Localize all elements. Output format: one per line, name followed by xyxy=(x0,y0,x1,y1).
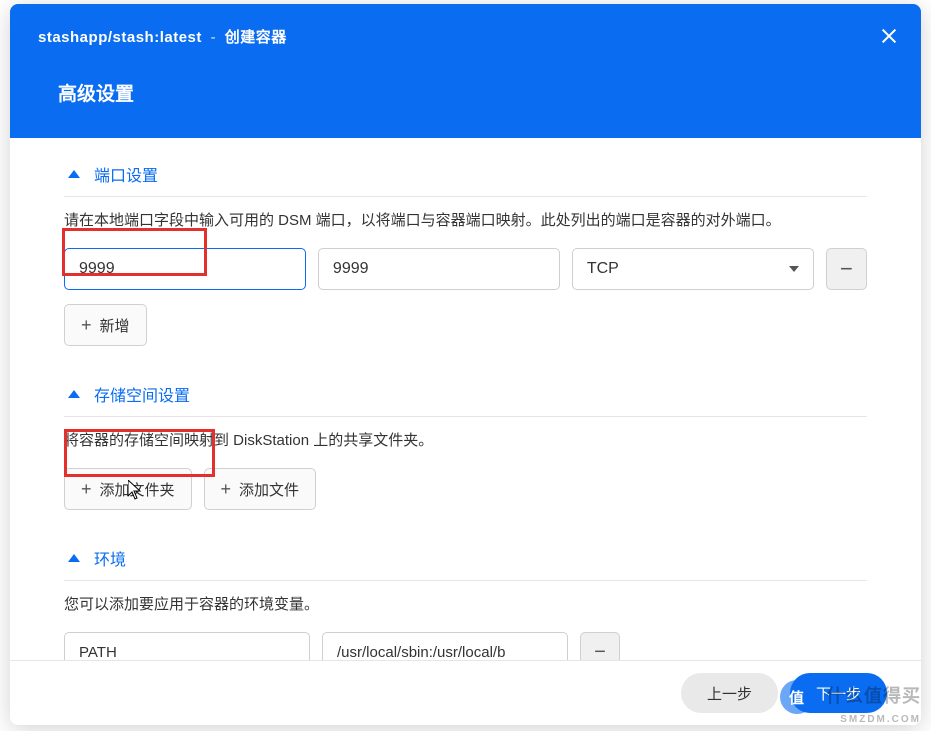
add-port-button[interactable]: + 新增 xyxy=(64,304,147,346)
protocol-select[interactable]: TCP xyxy=(572,248,814,290)
add-folder-button[interactable]: + 添加文件夹 xyxy=(64,468,192,510)
next-button[interactable]: 下一步 xyxy=(790,673,887,713)
header-title-row: stashapp/stash:latest - 创建容器 xyxy=(38,26,893,47)
section-toggle-port[interactable]: 端口设置 xyxy=(64,162,867,197)
chevron-up-icon xyxy=(68,390,80,398)
plus-icon: + xyxy=(81,480,92,498)
env-key-input[interactable] xyxy=(64,632,310,660)
section-title-storage: 存储空间设置 xyxy=(94,382,190,406)
port-desc: 请在本地端口字段中输入可用的 DSM 端口，以将端口与容器端口映射。此处列出的端… xyxy=(64,209,867,230)
title-separator: - xyxy=(211,29,217,46)
chevron-up-icon xyxy=(68,170,80,178)
section-title-port: 端口设置 xyxy=(94,162,158,186)
plus-icon: + xyxy=(221,480,232,498)
section-toggle-storage[interactable]: 存储空间设置 xyxy=(64,382,867,417)
image-name: stashapp/stash:latest xyxy=(38,29,202,46)
prev-button[interactable]: 上一步 xyxy=(681,673,778,713)
chevron-down-icon xyxy=(789,266,799,272)
section-title-env: 环境 xyxy=(94,546,126,570)
page-title: 高级设置 xyxy=(38,79,893,106)
remove-env-button[interactable]: − xyxy=(580,632,620,660)
port-row: TCP − xyxy=(64,248,867,290)
create-container-dialog: stashapp/stash:latest - 创建容器 高级设置 端口设置 请… xyxy=(10,4,921,725)
dialog-content: 端口设置 请在本地端口字段中输入可用的 DSM 端口，以将端口与容器端口映射。此… xyxy=(10,138,921,660)
add-file-label: 添加文件 xyxy=(239,479,299,500)
container-port-input[interactable] xyxy=(318,248,560,290)
add-folder-label: 添加文件夹 xyxy=(100,479,175,500)
env-row: − xyxy=(64,632,867,660)
protocol-value: TCP xyxy=(587,260,619,278)
local-port-input[interactable] xyxy=(64,248,306,290)
section-toggle-env[interactable]: 环境 xyxy=(64,546,867,581)
dialog-header: stashapp/stash:latest - 创建容器 高级设置 xyxy=(10,4,921,138)
storage-buttons: + 添加文件夹 + 添加文件 xyxy=(64,468,867,510)
env-desc: 您可以添加要应用于容器的环境变量。 xyxy=(64,593,867,614)
add-file-button[interactable]: + 添加文件 xyxy=(204,468,317,510)
add-port-label: 新增 xyxy=(100,315,130,336)
storage-desc: 将容器的存储空间映射到 DiskStation 上的共享文件夹。 xyxy=(64,429,867,450)
close-icon[interactable] xyxy=(877,24,901,48)
chevron-up-icon xyxy=(68,554,80,562)
remove-port-button[interactable]: − xyxy=(826,248,867,290)
plus-icon: + xyxy=(81,316,92,334)
dialog-subtitle: 创建容器 xyxy=(225,29,287,46)
env-value-input[interactable] xyxy=(322,632,568,660)
dialog-footer: 上一步 下一步 xyxy=(10,660,921,725)
